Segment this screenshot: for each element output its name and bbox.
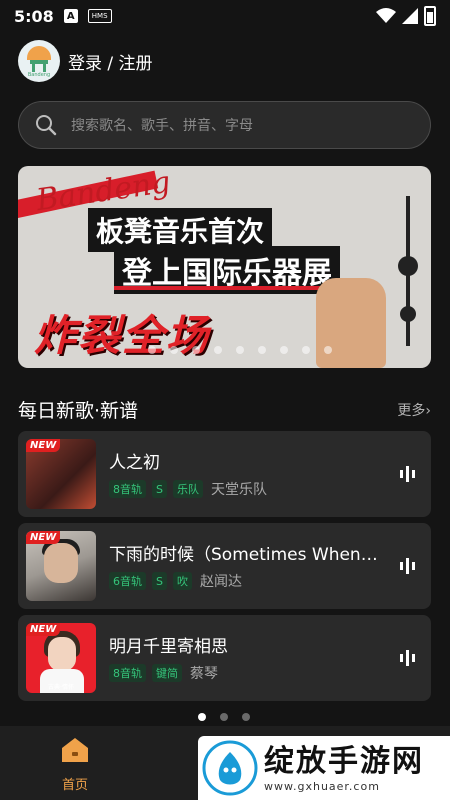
cover-face-shape: [44, 543, 78, 583]
chevron-right-icon: ›: [425, 402, 431, 419]
wifi-icon: [376, 8, 396, 23]
header: Bandeng 登录 / 注册: [18, 40, 153, 82]
page-dot[interactable]: [198, 713, 206, 721]
type-tag: 乐队: [172, 480, 203, 498]
song-artist: 赵闻达: [199, 574, 242, 590]
watermark-url: www.gxhuaer.com: [264, 779, 380, 793]
song-card[interactable]: NEW 下雨的时候（Sometimes When We Touch） 6音轨 S…: [18, 523, 431, 609]
tower-sphere-lower: [400, 306, 416, 322]
list-pagination: [198, 713, 250, 721]
new-badge: NEW: [26, 623, 61, 636]
signal-icon: [402, 8, 418, 24]
banner-dot[interactable]: [324, 346, 332, 354]
avatar-sun-shape: [27, 46, 51, 60]
banner-dot[interactable]: [280, 346, 288, 354]
promo-banner[interactable]: Bandeng 板凳音乐首次 登上国际乐器展 炸裂全场: [18, 166, 431, 368]
banner-dot[interactable]: [170, 346, 178, 354]
track-count-tag: 8音轨: [109, 664, 146, 682]
level-tag: S: [152, 572, 167, 590]
search-placeholder: 搜索歌名、歌手、拼音、字母: [71, 118, 253, 134]
play-icon[interactable]: [399, 465, 417, 483]
watermark-title: 绽放手游网: [264, 743, 424, 779]
nav-item-home[interactable]: 首页: [40, 736, 110, 793]
page-dot[interactable]: [242, 713, 250, 721]
more-label: 更多: [397, 402, 426, 419]
battery-icon: [424, 6, 436, 26]
search-input[interactable]: 搜索歌名、歌手、拼音、字母: [18, 101, 431, 149]
avatar-logo-text: Bandeng: [27, 72, 51, 78]
song-title: 人之初: [109, 453, 160, 473]
play-icon[interactable]: [399, 649, 417, 667]
hms-notification-icon: HMS: [87, 9, 112, 23]
song-title: 明月千里寄相思: [109, 637, 228, 657]
section-title: 每日新歌·新谱: [18, 400, 139, 422]
nav-home-label: 首页: [61, 778, 88, 793]
tower-sphere-upper: [398, 256, 418, 276]
banner-dot[interactable]: [258, 346, 266, 354]
page-dot[interactable]: [220, 713, 228, 721]
cover-face-shape: [48, 637, 76, 671]
song-cover: NEW: [26, 531, 96, 601]
thumbs-up-image: [316, 278, 386, 368]
more-link[interactable]: 更多›: [397, 400, 431, 420]
status-time: 5:08: [14, 6, 54, 26]
track-count-tag: 8音轨: [109, 480, 146, 498]
banner-dot[interactable]: [214, 346, 222, 354]
watermark-logo-icon: [202, 740, 258, 796]
site-watermark: 绽放手游网 www.gxhuaer.com: [198, 736, 450, 800]
login-register-link[interactable]: 登录 / 注册: [68, 49, 153, 74]
song-cover: NEW: [26, 439, 96, 509]
type-tag: 键简: [152, 664, 182, 682]
cover-caption: 古典·情怀: [48, 684, 74, 691]
app-notification-icon: A: [63, 9, 78, 23]
search-icon: [36, 115, 57, 136]
level-tag: S: [152, 480, 167, 498]
new-badge: NEW: [26, 439, 61, 452]
track-count-tag: 6音轨: [109, 572, 146, 590]
song-artist: 蔡琴: [190, 666, 218, 682]
song-artist: 天堂乐队: [210, 482, 267, 498]
song-meta: 8音轨 键简 蔡琴: [109, 663, 218, 683]
song-card[interactable]: 古典·情怀 NEW 明月千里寄相思 8音轨 键简 蔡琴: [18, 615, 431, 701]
avatar[interactable]: Bandeng: [18, 40, 60, 82]
banner-pagination: [148, 346, 332, 354]
type-tag: 吹: [172, 572, 192, 590]
banner-dot[interactable]: [302, 346, 310, 354]
home-icon: [62, 738, 88, 762]
banner-dot[interactable]: [148, 346, 156, 354]
song-cover: 古典·情怀 NEW: [26, 623, 96, 693]
song-meta: 8音轨 S 乐队 天堂乐队: [109, 479, 267, 499]
banner-dot[interactable]: [236, 346, 244, 354]
avatar-stool-legs: [32, 64, 46, 72]
play-icon[interactable]: [399, 557, 417, 575]
banner-dot[interactable]: [192, 346, 200, 354]
song-meta: 6音轨 S 吹 赵闻达: [109, 571, 242, 591]
song-title: 下雨的时候（Sometimes When We Touch）: [109, 545, 379, 565]
new-badge: NEW: [26, 531, 61, 544]
section-header: 每日新歌·新谱 更多›: [18, 396, 431, 423]
song-card[interactable]: NEW 人之初 8音轨 S 乐队 天堂乐队: [18, 431, 431, 517]
status-bar: 5:08 A HMS: [0, 0, 450, 32]
